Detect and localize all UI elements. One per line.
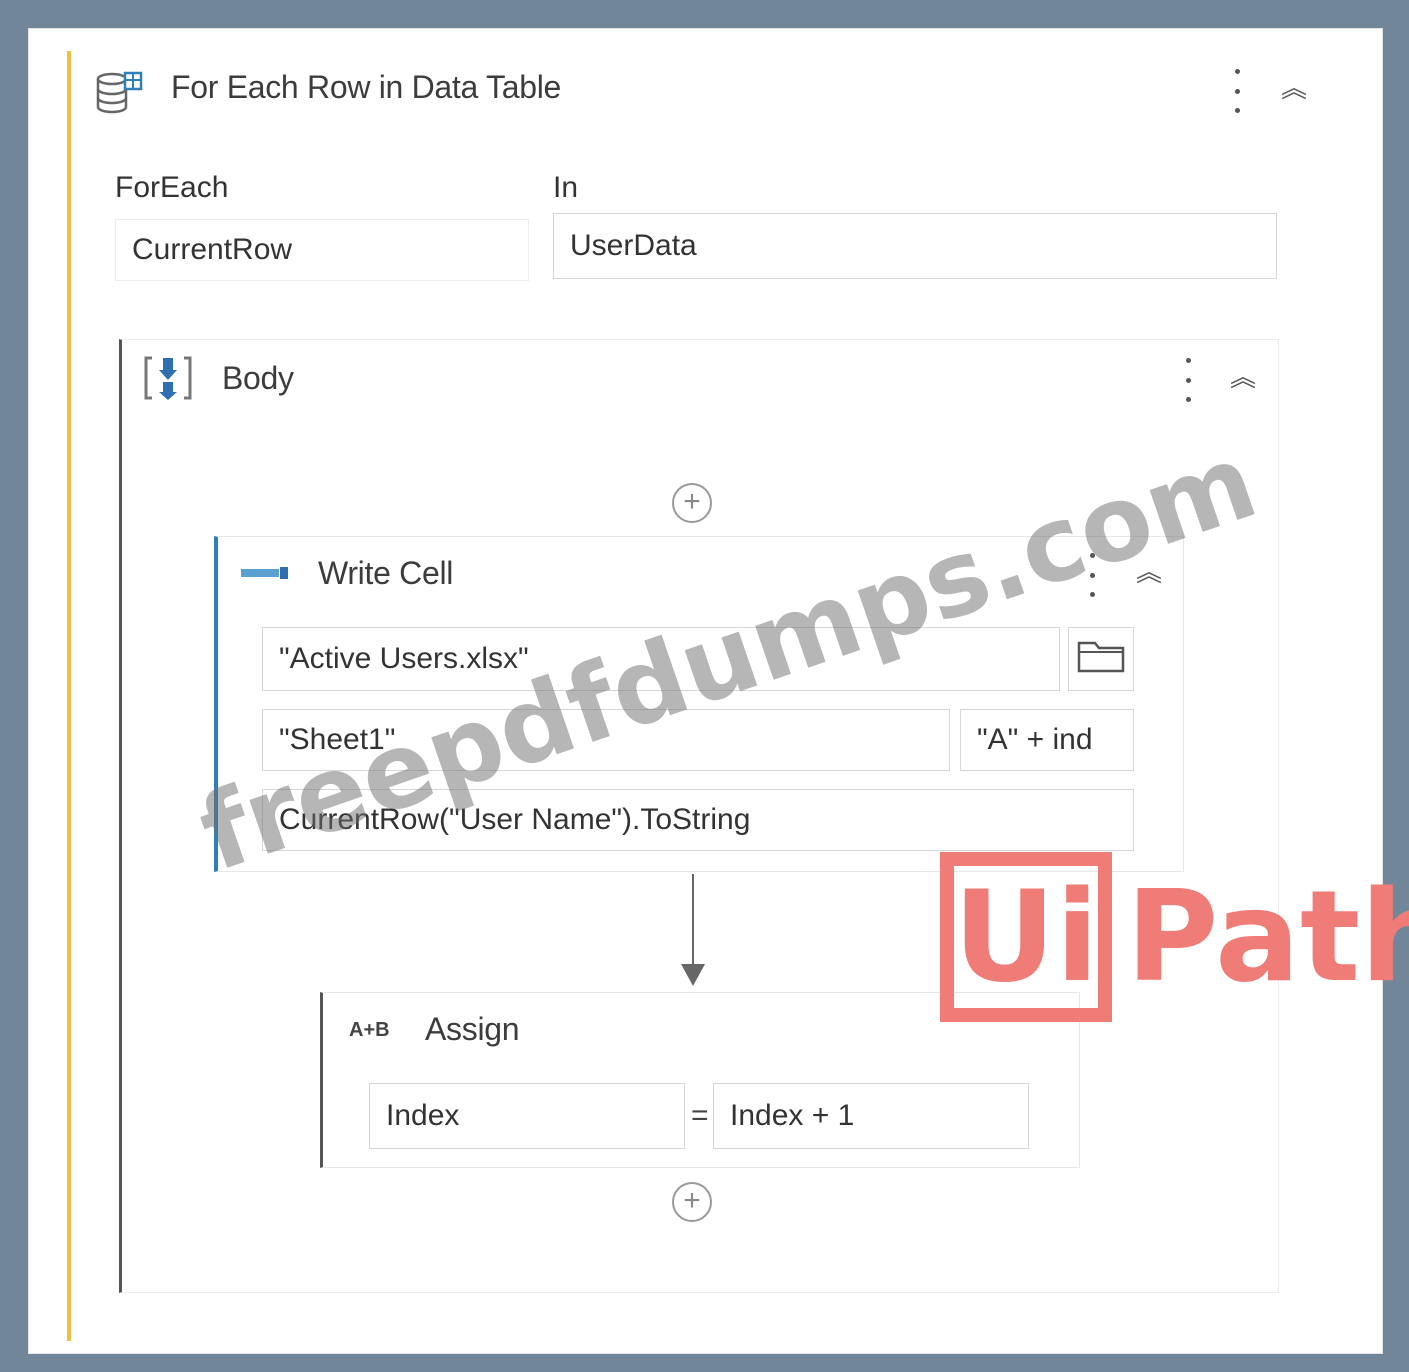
write-cell-activity[interactable]: Write Cell ︽ "Active Users.xlsx" "Sheet1… [214, 536, 1184, 872]
foreach-label: ForEach [115, 171, 229, 204]
cell-value-field[interactable]: CurrentRow("User Name").ToString [262, 789, 1134, 851]
in-label: In [553, 171, 579, 204]
activity-title: For Each Row in Data Table [171, 69, 562, 105]
data-table-icon [95, 69, 145, 124]
foreach-variable-field[interactable]: CurrentRow [115, 219, 529, 281]
assign-activity[interactable]: A+B Assign Index = Index + 1 [320, 992, 1080, 1168]
cell-range-field[interactable]: "A" + ind [960, 709, 1134, 771]
body-title: Body [222, 360, 294, 396]
connector-arrow-icon [681, 964, 705, 986]
add-activity-button[interactable]: + [672, 1182, 712, 1222]
more-options-icon[interactable] [1088, 553, 1096, 597]
connector-line [692, 874, 694, 966]
body-sequence[interactable]: Body ︽ + Write Cell ︽ "Active Users.xlsx… [119, 339, 1279, 1293]
more-options-icon[interactable] [1184, 358, 1192, 402]
for-each-header: For Each Row in Data Table ︽ [71, 51, 1325, 121]
browse-file-button[interactable] [1068, 627, 1134, 691]
sheet-name-field[interactable]: "Sheet1" [262, 709, 950, 771]
write-cell-icon [240, 563, 290, 588]
activity-title: Assign [425, 1011, 520, 1047]
collapse-icon[interactable]: ︽ [1136, 559, 1162, 585]
workbook-path-field[interactable]: "Active Users.xlsx" [262, 627, 1060, 691]
sequence-icon [142, 354, 194, 407]
collapse-icon[interactable]: ︽ [1281, 75, 1307, 101]
assign-value-field[interactable]: Index + 1 [713, 1083, 1029, 1149]
activity-title: Write Cell [318, 555, 454, 591]
add-activity-button[interactable]: + [672, 483, 712, 523]
designer-canvas: For Each Row in Data Table ︽ ForEach Cur… [28, 28, 1383, 1354]
more-options-icon[interactable] [1233, 69, 1241, 113]
assign-to-field[interactable]: Index [369, 1083, 685, 1149]
in-datatable-field[interactable]: UserData [553, 213, 1277, 279]
assign-icon: A+B [349, 1019, 390, 1041]
folder-icon [1077, 637, 1125, 681]
equals-sign: = [691, 1099, 709, 1132]
collapse-icon[interactable]: ︽ [1230, 364, 1256, 390]
for-each-row-activity[interactable]: For Each Row in Data Table ︽ ForEach Cur… [67, 51, 1325, 1341]
